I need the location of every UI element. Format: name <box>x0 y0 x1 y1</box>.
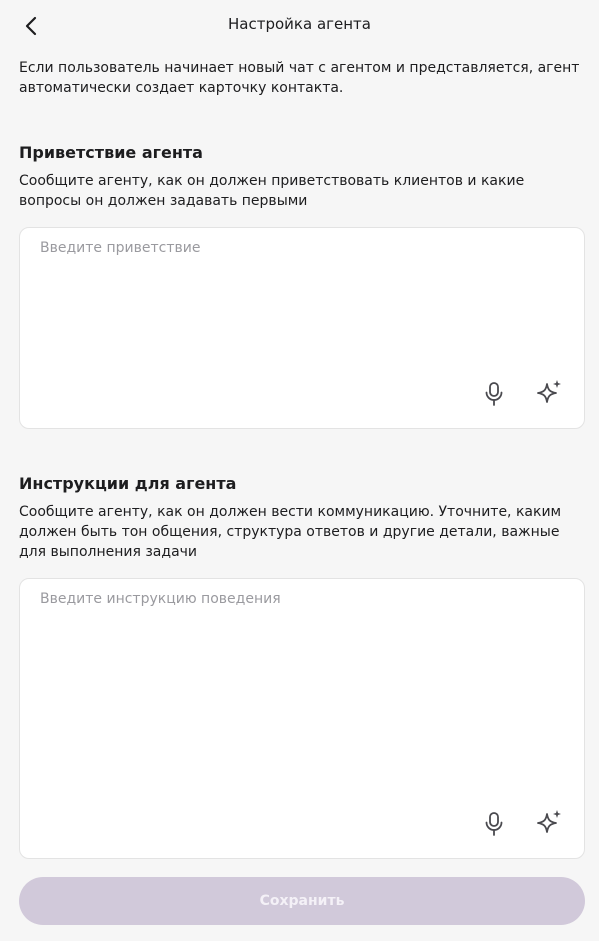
greeting-section-title: Приветствие агента <box>19 143 203 162</box>
sparkle-icon <box>537 810 561 833</box>
page-title: Настройка агента <box>228 15 371 33</box>
greeting-input[interactable] <box>40 240 564 372</box>
instructions-input[interactable] <box>40 591 564 802</box>
instructions-ai-button[interactable] <box>536 808 564 836</box>
sparkle-icon <box>537 380 561 403</box>
intro-text: Если пользователь начинает новый чат с а… <box>19 60 580 96</box>
instructions-section-description: Сообщите агенту, как он должен вести ком… <box>19 504 562 560</box>
instructions-section-title: Инструкции для агента <box>19 474 237 493</box>
instructions-field <box>19 578 585 859</box>
instructions-voice-button[interactable] <box>480 810 508 838</box>
save-button[interactable]: Сохранить <box>19 877 585 925</box>
greeting-ai-button[interactable] <box>536 378 564 406</box>
microphone-icon <box>485 812 503 836</box>
greeting-voice-button[interactable] <box>480 380 508 408</box>
header: Настройка агента <box>0 0 599 52</box>
microphone-icon <box>485 382 503 406</box>
greeting-section-description: Сообщите агенту, как он должен приветств… <box>19 173 525 209</box>
greeting-field <box>19 227 585 429</box>
